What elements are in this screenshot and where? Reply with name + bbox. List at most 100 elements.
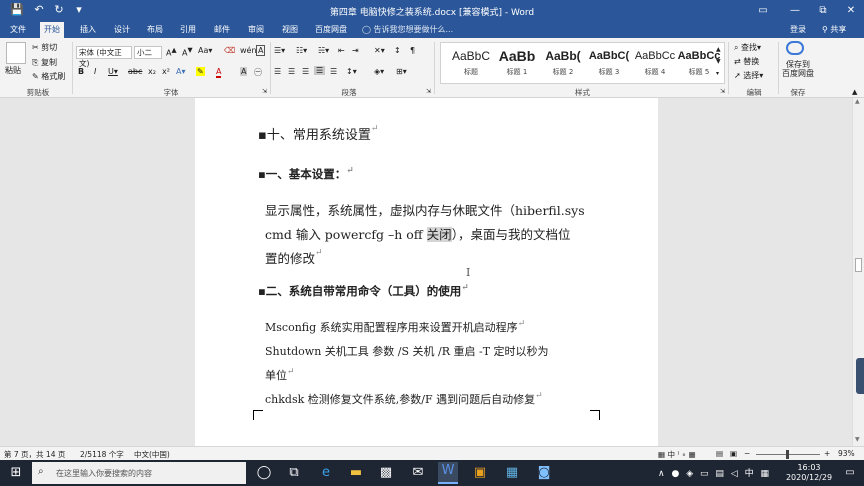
char-border-icon[interactable]: A	[256, 45, 266, 56]
change-case-icon[interactable]: Aa▾	[198, 46, 212, 55]
zoom-thumb[interactable]	[786, 450, 789, 459]
close-button[interactable]: ✕	[840, 0, 862, 22]
decrease-indent-icon[interactable]: ⇤	[338, 46, 345, 55]
scroll-down-icon[interactable]: ▼	[855, 436, 860, 443]
show-marks-icon[interactable]: ¶	[410, 46, 415, 55]
sort-icon[interactable]: ↕	[394, 46, 401, 55]
tab-review[interactable]: 审阅	[244, 22, 268, 38]
numbering-icon[interactable]: ☷▾	[296, 46, 307, 55]
side-panel-tab[interactable]	[856, 358, 864, 394]
sign-in-link[interactable]: 登录	[786, 22, 810, 38]
tab-mailings[interactable]: 邮件	[210, 22, 234, 38]
font-dialog-launcher-icon[interactable]: ⇲	[262, 88, 267, 95]
font-size-dropdown[interactable]: 小二	[134, 46, 162, 59]
shield-icon[interactable]: ◈	[686, 469, 693, 479]
copy-button[interactable]: ⎘ 复制	[32, 57, 57, 68]
font-color-icon[interactable]: A	[216, 67, 222, 78]
app-taskbar-icon[interactable]: ▦	[502, 464, 522, 482]
ime-mode-icon[interactable]: ▦	[760, 469, 769, 479]
word-count[interactable]: 2/5118 个字	[80, 449, 124, 460]
tray-chevron-icon[interactable]: ∧	[658, 469, 665, 479]
paste-button[interactable]: 粘贴	[5, 65, 21, 76]
store-icon[interactable]: ▩	[376, 464, 396, 482]
borders-icon[interactable]: ⊞▾	[396, 67, 407, 76]
collapse-ribbon-icon[interactable]: ▲	[852, 88, 857, 96]
cortana-icon[interactable]: ◯	[254, 464, 274, 482]
scroll-up-icon[interactable]: ▲	[855, 98, 860, 105]
print-layout-icon[interactable]: ▣	[730, 449, 737, 458]
tab-baidu-netdisk[interactable]: 百度网盘	[311, 22, 351, 38]
clock[interactable]: 16:03 2020/12/29	[784, 463, 834, 483]
strikethrough-button[interactable]: abc	[128, 67, 142, 76]
volume-icon[interactable]: ◁	[731, 469, 738, 479]
cut-button[interactable]: ✂ 剪切	[32, 42, 57, 53]
windows-start-icon[interactable]: ⊞	[6, 464, 26, 482]
scroll-thumb[interactable]	[855, 258, 862, 272]
decrease-font-icon[interactable]: A▼	[182, 46, 193, 58]
multilevel-list-icon[interactable]: ☵▾	[318, 46, 329, 55]
read-mode-icon[interactable]: ▤	[716, 449, 723, 458]
word-taskbar-icon[interactable]: W	[438, 462, 458, 484]
font-name-dropdown[interactable]: 宋体 (中文正文)	[76, 46, 132, 68]
highlight-icon[interactable]: ✎	[196, 67, 205, 76]
tell-me-box[interactable]: ◯ 告诉我您想要做什么...	[362, 22, 453, 38]
page-count[interactable]: 第 7 页，共 14 页	[4, 449, 65, 460]
zoom-level[interactable]: 93%	[838, 449, 855, 458]
bullets-icon[interactable]: ☰▾	[274, 46, 285, 55]
line-spacing-icon[interactable]: ↕▾	[346, 67, 357, 76]
app-taskbar-icon[interactable]: ▣	[470, 464, 490, 482]
system-tray[interactable]: ∧ ● ◈ ▭ ▤ ◁ 中 ▦	[658, 466, 769, 479]
zoom-out-icon[interactable]: −	[744, 449, 750, 458]
underline-button[interactable]: U▾	[108, 67, 118, 76]
app-taskbar-icon[interactable]: ◙	[534, 464, 554, 482]
bold-button[interactable]: B	[78, 67, 84, 76]
paragraph-dialog-launcher-icon[interactable]: ⇲	[426, 88, 431, 95]
shading-icon[interactable]: ◈▾	[374, 67, 384, 76]
italic-button[interactable]: I	[94, 67, 96, 76]
file-explorer-icon[interactable]: ▬	[346, 464, 366, 482]
superscript-button[interactable]: x²	[162, 67, 170, 76]
mail-icon[interactable]: ✉	[408, 464, 428, 482]
save-to-netdisk-button[interactable]: 保存到 百度网盘	[781, 60, 815, 78]
tab-view[interactable]: 视图	[278, 22, 302, 38]
char-shading-icon[interactable]: A	[240, 67, 248, 76]
chinese-layout-icon[interactable]: ✕▾	[374, 46, 385, 55]
gallery-scroll-icon[interactable]: ▲ ▼ ▾	[716, 44, 721, 80]
tab-home[interactable]: 开始	[40, 22, 64, 38]
replace-button[interactable]: ⇄ 替换	[734, 56, 759, 67]
ime-indicator[interactable]: ▦ 中 ⁾ ∘ ▦	[658, 449, 696, 460]
task-view-icon[interactable]: ⧉	[284, 464, 304, 482]
tab-insert[interactable]: 插入	[76, 22, 100, 38]
phonetic-guide-icon[interactable]: wén	[240, 46, 257, 55]
battery-icon[interactable]: ▭	[700, 469, 709, 479]
tab-layout[interactable]: 布局	[143, 22, 167, 38]
maximize-button[interactable]: ⧉	[812, 0, 834, 22]
zoom-in-icon[interactable]: +	[824, 449, 830, 458]
align-left-icon[interactable]: ☰	[274, 67, 281, 76]
share-button[interactable]: ⚲ 共享	[818, 22, 850, 38]
text-effects-icon[interactable]: A▾	[176, 67, 186, 76]
notification-icon[interactable]: ▭	[840, 464, 860, 482]
align-right-icon[interactable]: ☰	[302, 67, 309, 76]
antivirus-icon[interactable]: ●	[671, 469, 679, 479]
ribbon-display-button[interactable]: ▭	[752, 0, 774, 22]
increase-indent-icon[interactable]: ⇥	[352, 46, 359, 55]
edge-icon[interactable]: e	[316, 464, 336, 482]
tab-file[interactable]: 文件	[6, 22, 30, 38]
format-painter-button[interactable]: ✎ 格式刷	[32, 71, 65, 82]
taskbar-search-box[interactable]: ⌕ 在这里输入你要搜索的内容	[32, 462, 246, 484]
tab-design[interactable]: 设计	[110, 22, 134, 38]
select-button[interactable]: ➚ 选择▾	[734, 70, 763, 81]
distributed-icon[interactable]: ☰	[330, 67, 337, 76]
document-page[interactable]: ▪十、常用系统设置 ↵ ▪一、基本设置： ↵ 显示属性，系统属性，虚拟内存与休眠文件…	[195, 98, 658, 446]
find-button[interactable]: ⌕ 查找▾	[734, 42, 761, 53]
language[interactable]: 中文(中国)	[134, 449, 170, 460]
increase-font-icon[interactable]: A▲	[166, 46, 177, 58]
minimize-button[interactable]: —	[784, 0, 806, 22]
align-center-icon[interactable]: ☰	[288, 67, 295, 76]
justify-icon[interactable]: ☰	[314, 66, 326, 75]
subscript-button[interactable]: x₂	[148, 67, 156, 76]
ime-tray[interactable]: 中	[745, 469, 754, 479]
tab-references[interactable]: 引用	[176, 22, 200, 38]
network-icon[interactable]: ▤	[715, 469, 724, 479]
